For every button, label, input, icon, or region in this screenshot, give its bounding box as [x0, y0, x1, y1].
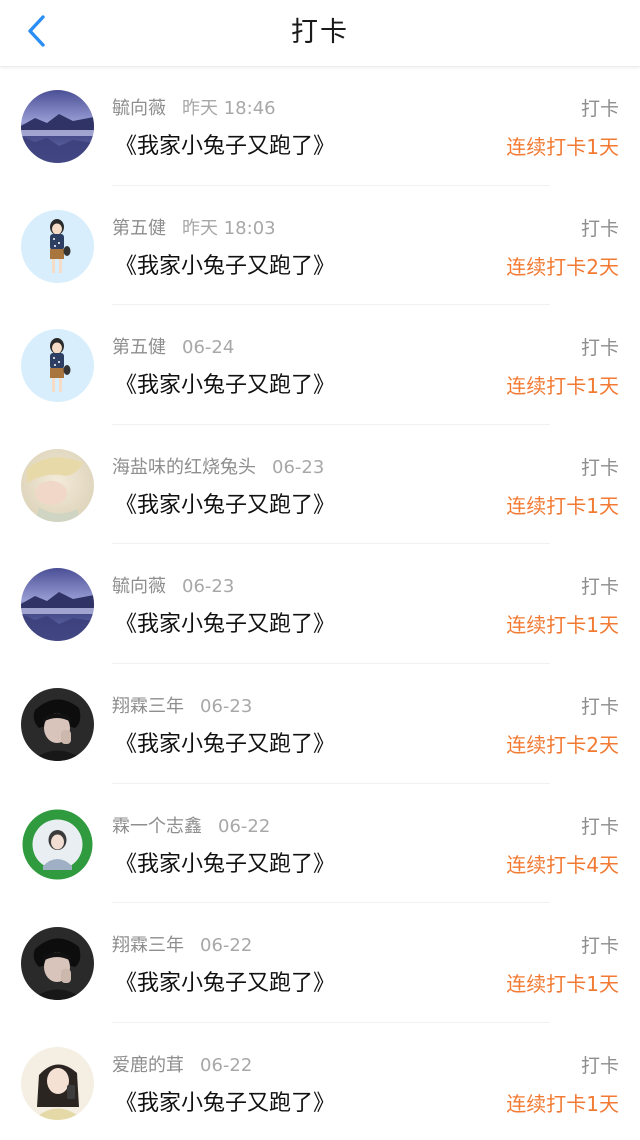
- entry-type: 打卡: [580, 695, 619, 718]
- entry-time: 06-23: [182, 576, 235, 598]
- entry-meta: 翔霖三年 06-23: [112, 694, 252, 720]
- user-name[interactable]: 第五健: [112, 218, 166, 239]
- streak-label: 连续打卡1天: [506, 1091, 619, 1116]
- entry-time: 06-24: [182, 337, 235, 359]
- avatar[interactable]: [21, 568, 94, 642]
- streak-label: 连续打卡1天: [506, 135, 619, 159]
- checkin-entry[interactable]: 第五健 06-24 《我家小兔子又跑了》 打卡 连续打卡1天: [0, 305, 640, 425]
- user-name[interactable]: 第五健: [112, 337, 166, 358]
- entry-time: 06-23: [272, 456, 325, 478]
- user-name[interactable]: 爱鹿的茸: [112, 1055, 184, 1076]
- checkin-entry[interactable]: 毓向薇 06-23 《我家小兔子又跑了》 打卡 连续打卡1天: [0, 544, 640, 664]
- entry-meta: 毓向薇 昨天 18:46: [112, 96, 276, 122]
- book-title[interactable]: 《我家小兔子又跑了》: [115, 608, 335, 642]
- checkin-entry[interactable]: 爱鹿的茸 06-22 《我家小兔子又跑了》 打卡 连续打卡1天: [0, 1023, 640, 1140]
- entry-meta: 第五健 06-24: [112, 335, 234, 361]
- entry-type: 打卡: [580, 935, 619, 958]
- book-title[interactable]: 《我家小兔子又跑了》: [115, 489, 335, 523]
- book-title[interactable]: 《我家小兔子又跑了》: [115, 848, 335, 882]
- avatar[interactable]: [21, 807, 94, 881]
- avatar[interactable]: [21, 687, 94, 761]
- checkin-entry[interactable]: 翔霖三年 06-22 《我家小兔子又跑了》 打卡 连续打卡1天: [0, 903, 640, 1023]
- entry-time: 昨天 18:46: [182, 98, 276, 119]
- avatar[interactable]: [21, 448, 94, 522]
- book-title[interactable]: 《我家小兔子又跑了》: [115, 250, 335, 284]
- top-bar: 打卡: [0, 0, 640, 67]
- page-title: 打卡: [291, 17, 349, 48]
- avatar[interactable]: [21, 329, 94, 403]
- checkin-entry[interactable]: 翔霖三年 06-23 《我家小兔子又跑了》 打卡 连续打卡2天: [0, 664, 640, 784]
- streak-label: 连续打卡1天: [506, 493, 619, 518]
- checkin-entry[interactable]: 第五健 昨天 18:03 《我家小兔子又跑了》 打卡 连续打卡2天: [0, 186, 640, 306]
- user-name[interactable]: 翔霖三年: [112, 696, 184, 717]
- book-title[interactable]: 《我家小兔子又跑了》: [115, 369, 335, 403]
- checkin-page: 打卡 毓向薇 昨天 18:46 《我家小兔子又跑了》 打卡 连续打卡1天 第五健昨…: [0, 0, 640, 1140]
- entry-time: 昨天 18:03: [182, 217, 276, 239]
- entry-time: 06-23: [200, 695, 253, 717]
- streak-label: 连续打卡1天: [506, 613, 619, 638]
- entry-time: 06-22: [218, 815, 271, 837]
- book-title[interactable]: 《我家小兔子又跑了》: [115, 1087, 335, 1121]
- checkin-list: 毓向薇 昨天 18:46 《我家小兔子又跑了》 打卡 连续打卡1天 第五健 昨天 1…: [0, 66, 640, 1140]
- checkin-entry[interactable]: 海盐味的红烧兔头 06-23 《我家小兔子又跑了》 打卡 连续打卡1天: [0, 425, 640, 545]
- entry-meta: 霖一个志鑫 06-22: [112, 814, 270, 840]
- streak-label: 连续打卡1天: [506, 374, 619, 399]
- entry-type: 打卡: [580, 456, 619, 479]
- avatar[interactable]: [21, 927, 94, 1001]
- entry-meta: 海盐味的红烧兔头 06-23: [112, 455, 324, 481]
- entry-type: 打卡: [580, 1054, 619, 1077]
- entry-meta: 毓向薇 06-23: [112, 574, 234, 600]
- user-name[interactable]: 海盐味的红烧兔头: [112, 457, 256, 478]
- checkin-entry[interactable]: 霖一个志鑫 06-22 《我家小兔子又跑了》 打卡 连续打卡4天: [0, 784, 640, 904]
- entry-meta: 第五健 昨天 18:03: [112, 216, 276, 242]
- streak-label: 连续打卡4天: [506, 852, 619, 877]
- entry-type: 打卡: [580, 337, 619, 360]
- user-name[interactable]: 霖一个志鑫: [112, 816, 202, 837]
- streak-label: 连续打卡2天: [506, 732, 619, 757]
- avatar[interactable]: [21, 1046, 94, 1120]
- book-title[interactable]: 《我家小兔子又跑了》: [115, 130, 335, 164]
- book-title[interactable]: 《我家小兔子又跑了》: [115, 967, 335, 1001]
- user-name[interactable]: 翔霖三年: [112, 935, 184, 956]
- checkin-entry[interactable]: 毓向薇 昨天 18:46 《我家小兔子又跑了》 打卡 连续打卡1天: [0, 66, 640, 186]
- entry-meta: 翔霖三年 06-22: [112, 933, 252, 959]
- streak-label: 连续打卡2天: [506, 254, 619, 279]
- user-name[interactable]: 毓向薇: [112, 98, 166, 119]
- avatar[interactable]: [21, 209, 94, 283]
- entry-type: 打卡: [580, 815, 619, 838]
- entry-type: 打卡: [580, 217, 619, 240]
- user-name[interactable]: 毓向薇: [112, 576, 166, 597]
- entry-time: 06-22: [200, 1054, 253, 1076]
- entry-type: 打卡: [580, 576, 619, 599]
- streak-label: 连续打卡1天: [506, 972, 619, 997]
- entry-meta: 爱鹿的茸 06-22: [112, 1053, 252, 1079]
- entry-type: 打卡: [580, 98, 619, 120]
- entry-time: 06-22: [200, 935, 253, 957]
- book-title[interactable]: 《我家小兔子又跑了》: [115, 728, 335, 762]
- avatar[interactable]: [21, 90, 94, 163]
